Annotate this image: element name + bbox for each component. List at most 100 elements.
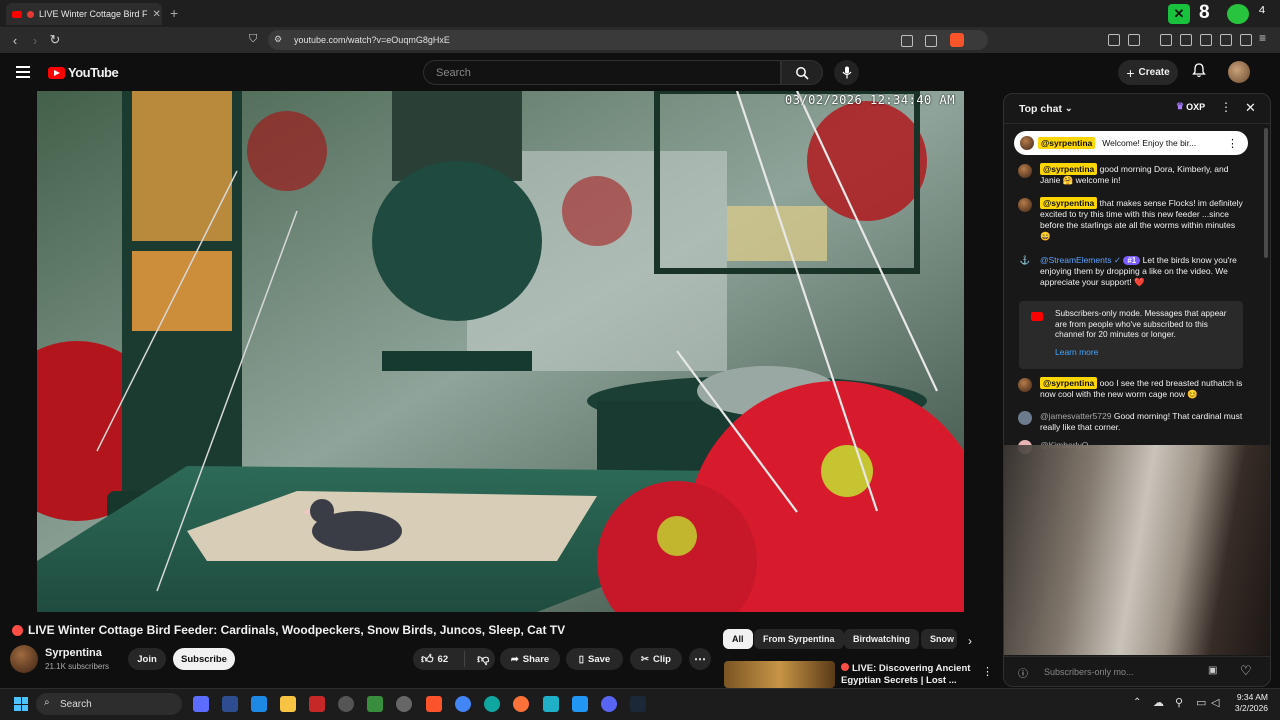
edge-icon[interactable] (484, 696, 500, 712)
account-avatar[interactable] (1228, 61, 1250, 83)
youtube-play-icon (48, 66, 65, 79)
channel-name[interactable]: Syrpentina (45, 647, 102, 659)
verified-icon: ✓ (1113, 255, 1121, 265)
share-button[interactable]: ➦ Share (500, 648, 560, 670)
volume-icon[interactable]: ◁ (1211, 696, 1219, 709)
chat-input[interactable]: ⓘ Subscribers-only mo... ▣ ♡ (1004, 656, 1270, 686)
vscode-icon[interactable] (572, 696, 588, 712)
file-explorer-icon[interactable] (280, 696, 296, 712)
extension-menu-icon[interactable]: ⁴ (1258, 2, 1266, 23)
related-video-thumbnail[interactable] (724, 661, 835, 688)
copilot-icon[interactable] (193, 696, 209, 712)
app-icon[interactable] (367, 696, 383, 712)
close-tab-icon[interactable]: ✕ (153, 9, 161, 20)
discord-icon[interactable] (601, 696, 617, 712)
webcam-overlay-image (1004, 445, 1270, 655)
back-icon[interactable]: ‹ (5, 33, 25, 48)
wallet-icon[interactable] (1200, 33, 1212, 51)
search-input[interactable]: Search (423, 60, 781, 85)
windows-start-icon[interactable] (14, 697, 28, 711)
system-clock[interactable]: 9:34 AM 3/2/2026 (1226, 692, 1268, 714)
pinned-menu-icon[interactable]: ⋮ (1227, 137, 1238, 150)
subscribe-button[interactable]: Subscribe (173, 648, 235, 670)
brave-shield-icon[interactable] (950, 33, 964, 47)
info-icon[interactable]: ⓘ (1018, 665, 1028, 680)
reading-list-icon[interactable] (1180, 33, 1192, 51)
subscribers-only-notice: Subscribers-only mode. Messages that app… (1019, 301, 1243, 369)
chat-mode-label[interactable]: Top chat (1019, 103, 1062, 115)
network-icon[interactable]: ▭ (1196, 696, 1206, 709)
close-chat-icon[interactable]: ✕ (1245, 100, 1256, 116)
chip-birdwatching[interactable]: Birdwatching (844, 629, 920, 649)
address-bar[interactable]: youtube.com/watch?v=eOuqmG8gHxE (268, 30, 988, 50)
bookmark-icon[interactable]: ⛉ (249, 33, 257, 46)
rewards-icon[interactable] (970, 33, 984, 47)
new-tab-button[interactable]: + (170, 5, 178, 21)
save-button[interactable]: ▯ Save (566, 648, 623, 670)
taskbar-search[interactable]: ⌕ Search (36, 693, 182, 715)
vpn-icon[interactable] (1240, 33, 1252, 51)
search-button[interactable] (781, 60, 823, 85)
more-actions-icon[interactable]: ⋯ (689, 648, 711, 670)
create-button[interactable]: + Create (1118, 60, 1178, 85)
chevron-down-icon[interactable]: ⌄ (1065, 103, 1073, 114)
app-icon[interactable] (338, 696, 354, 712)
channel-avatar[interactable] (10, 645, 38, 673)
extension-x-icon[interactable]: ✕ (1168, 4, 1190, 24)
app-icon[interactable] (396, 696, 412, 712)
chip-all[interactable]: All (723, 629, 753, 649)
browser-tab[interactable]: LIVE Winter Cottage Bird F ✕ (6, 3, 162, 25)
avatar (1018, 378, 1032, 392)
chat-message: ⚓ @StreamElements ✓ #1 Let the birds kno… (1018, 255, 1248, 288)
pinned-message[interactable]: @syrpentina Welcome! Enjoy the bir... ⋮ (1014, 131, 1248, 155)
chip-snow[interactable]: Snow (921, 629, 957, 649)
related-video-title[interactable]: LIVE: Discovering Ancient Egyptian Secre… (841, 663, 971, 687)
rank-badge: #1 (1123, 256, 1141, 265)
cast-icon[interactable] (901, 34, 913, 52)
voice-search-button[interactable] (834, 60, 859, 85)
dislike-icon[interactable]: 👎︎ (477, 652, 489, 667)
steam-icon[interactable] (630, 696, 646, 712)
chat-scrollbar[interactable] (1264, 128, 1268, 258)
join-button[interactable]: Join (128, 648, 166, 670)
chevron-up-icon[interactable]: ⌃ (1133, 697, 1141, 708)
like-count[interactable]: 62 (438, 654, 449, 665)
sidebar-icon[interactable] (1128, 33, 1140, 51)
chip-from-channel[interactable]: From Syrpentina (754, 629, 844, 649)
heart-icon[interactable]: ♡ (1240, 663, 1252, 679)
video-player[interactable] (37, 91, 964, 612)
notifications-bell-icon[interactable] (1192, 63, 1206, 81)
tray-icon[interactable]: ☁ (1153, 696, 1164, 709)
chrome-icon[interactable] (455, 696, 471, 712)
app-icon[interactable] (222, 696, 238, 712)
related-menu-icon[interactable]: ⋮ (982, 665, 993, 678)
share-page-icon[interactable] (925, 34, 937, 52)
chevron-right-icon[interactable]: › (968, 634, 972, 648)
super-chat-icon[interactable]: ▣ (1208, 665, 1217, 676)
chat-input-placeholder: Subscribers-only mo... (1044, 666, 1134, 677)
youtube-logo[interactable]: YouTube (48, 65, 119, 80)
browser-menu-icon[interactable]: ≡ (1259, 31, 1266, 45)
app-icon[interactable] (309, 696, 325, 712)
tray-icon[interactable]: ⚲ (1175, 696, 1183, 709)
like-icon[interactable]: 👍︎ (421, 652, 434, 667)
media-icon[interactable] (1160, 33, 1172, 51)
clip-button[interactable]: ✂ Clip (630, 648, 682, 670)
app-icon[interactable] (251, 696, 267, 712)
extension-play-icon[interactable] (1227, 4, 1249, 24)
brave-browser-icon[interactable] (426, 696, 442, 712)
app-icon[interactable] (543, 696, 559, 712)
oxp-badge[interactable]: ♛ OXP (1176, 101, 1205, 112)
firefox-icon[interactable] (513, 696, 529, 712)
site-info-icon[interactable]: ⚙ (274, 34, 282, 45)
browser-tabstrip (0, 0, 1280, 27)
search-icon (796, 66, 809, 80)
guide-menu-icon[interactable] (16, 66, 30, 78)
forward-icon[interactable]: › (25, 33, 45, 48)
learn-more-link[interactable]: Learn more (1055, 347, 1235, 358)
chat-menu-icon[interactable]: ⋮ (1220, 100, 1232, 114)
avatar (1018, 164, 1032, 178)
reload-icon[interactable]: ↻ (45, 32, 65, 48)
leo-icon[interactable] (1220, 33, 1232, 51)
extensions-icon[interactable] (1108, 33, 1120, 51)
